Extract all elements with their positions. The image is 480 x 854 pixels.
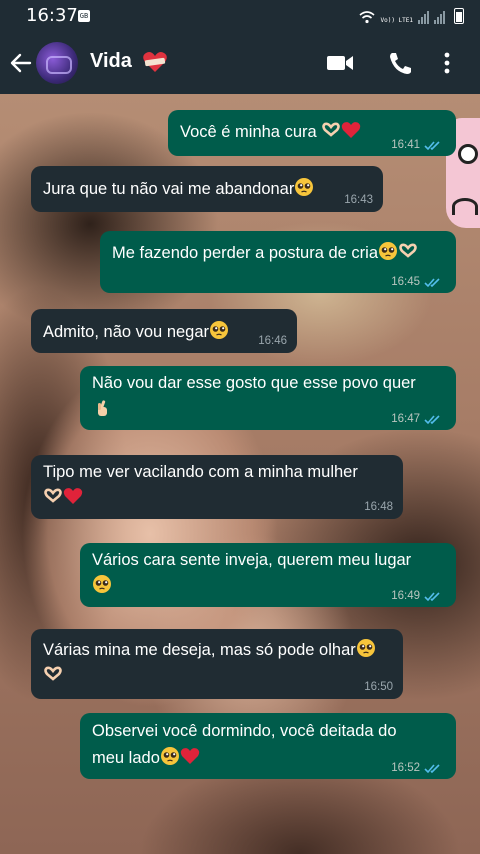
read-receipt-icon: [424, 140, 440, 150]
notification-icon: GB: [78, 10, 90, 22]
red-heart-icon: [180, 746, 200, 766]
message-time: 16:49: [391, 590, 420, 602]
message-time: 16:50: [364, 681, 393, 693]
read-receipt-icon: [424, 277, 440, 287]
message-time: 16:43: [344, 194, 373, 206]
pleading-face-icon: [92, 574, 112, 594]
message-incoming[interactable]: Tipo me ver vacilando com a minha mulher…: [31, 455, 403, 519]
more-options-icon[interactable]: [440, 50, 454, 76]
heart-hands-icon: [43, 486, 63, 506]
wifi-icon: [359, 11, 376, 24]
pleading-face-icon: [294, 177, 314, 197]
read-receipt-icon: [424, 763, 440, 773]
signal-icon: [418, 11, 429, 24]
message-time: 16:45: [391, 276, 420, 288]
red-heart-icon: [63, 486, 83, 506]
phone-call-icon[interactable]: [386, 50, 414, 76]
status-time: 16:37: [26, 5, 78, 26]
message-text: Jura que tu não vai me abandonar: [43, 180, 295, 198]
heart-hands-icon: [398, 241, 418, 261]
chat-header: Vida: [0, 30, 480, 94]
message-outgoing[interactable]: Vários cara sente inveja, querem meu lug…: [80, 543, 456, 607]
heart-hands-icon: [321, 120, 341, 140]
message-time: 16:41: [391, 139, 420, 151]
message-text-line2: meu lado: [92, 749, 160, 767]
message-text: Não vou dar esse gosto que esse povo que…: [92, 374, 416, 392]
message-text: Vários cara sente inveja, querem meu lug…: [92, 551, 412, 569]
message-outgoing[interactable]: Não vou dar esse gosto que esse povo que…: [80, 366, 456, 430]
pleading-face-icon: [356, 638, 376, 658]
contact-name[interactable]: Vida: [90, 50, 132, 73]
pleading-face-icon: [378, 241, 398, 261]
message-outgoing[interactable]: Me fazendo perder a postura de cria 16:4…: [100, 231, 456, 293]
message-time: 16:47: [391, 413, 420, 425]
lte-label: Vo)) LTE1: [380, 17, 413, 24]
message-time: 16:48: [364, 501, 393, 513]
message-outgoing[interactable]: Você é minha cura 16:41: [168, 110, 456, 156]
heart-bandage-icon: [143, 52, 167, 72]
heart-hands-icon: [43, 664, 63, 684]
red-heart-icon: [341, 120, 361, 140]
battery-icon: [454, 8, 464, 24]
message-incoming[interactable]: Admito, não vou negar 16:46: [31, 309, 297, 353]
status-icons: Vo)) LTE1: [359, 8, 464, 24]
message-incoming[interactable]: Jura que tu não vai me abandonar 16:43: [31, 166, 383, 212]
message-text: Observei você dormindo, você deitada do: [92, 722, 397, 740]
message-outgoing[interactable]: Observei você dormindo, você deitada do …: [80, 713, 456, 779]
message-time: 16:46: [258, 335, 287, 347]
signal-icon-2: [434, 11, 445, 24]
message-incoming[interactable]: Várias mina me deseja, mas só pode olhar…: [31, 629, 403, 699]
read-receipt-icon: [424, 414, 440, 424]
avatar[interactable]: [36, 42, 78, 84]
read-receipt-icon: [424, 591, 440, 601]
pleading-face-icon: [209, 320, 229, 340]
message-time: 16:52: [391, 762, 420, 774]
message-text: Várias mina me deseja, mas só pode olhar: [43, 641, 356, 659]
message-text: Você é minha cura: [180, 123, 317, 141]
message-text: Admito, não vou negar: [43, 323, 210, 341]
status-bar: 16:37 GB Vo)) LTE1: [0, 0, 480, 30]
message-text: Tipo me ver vacilando com a minha mulher: [43, 463, 358, 481]
hand-with-index-finger-and-thumb-crossed-icon: [92, 398, 112, 418]
video-call-icon[interactable]: [326, 50, 354, 76]
back-arrow-icon[interactable]: [8, 50, 34, 76]
message-text: Me fazendo perder a postura de cria: [112, 244, 378, 262]
pleading-face-icon: [160, 746, 180, 766]
